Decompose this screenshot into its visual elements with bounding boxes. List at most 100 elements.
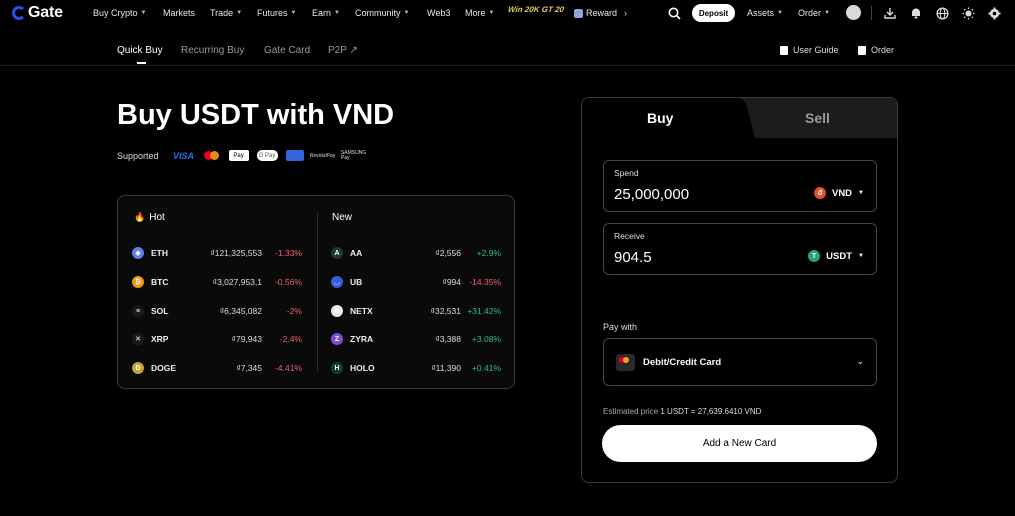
- holo-icon: H: [331, 362, 343, 374]
- receive-input[interactable]: [614, 249, 764, 266]
- eth-icon: ◆: [132, 247, 144, 259]
- coin-price: ₫2,556: [435, 248, 461, 258]
- coin-change: -2%: [286, 306, 302, 316]
- mastercard-logo: [203, 150, 221, 161]
- sol-icon: ≡: [132, 305, 144, 317]
- user-guide-label: User Guide: [793, 45, 839, 55]
- ub-icon: ◡: [331, 276, 343, 288]
- market-row[interactable]: ◆ ETH ₫121,325,553 -1.33%: [132, 246, 302, 260]
- market-row[interactable]: Z ZYRA ₫3,388 +3.08%: [331, 332, 501, 346]
- bell-icon[interactable]: [909, 6, 923, 20]
- tab-buy[interactable]: Buy: [647, 110, 673, 126]
- search-icon[interactable]: [667, 6, 681, 20]
- doge-icon: Ð: [132, 362, 144, 374]
- market-row[interactable]: ✕ XRP ₫79,943 -2.4%: [132, 332, 302, 346]
- coin-symbol: UB: [350, 277, 363, 287]
- caret-down-icon: ▼: [334, 10, 340, 16]
- reward-icon: [574, 8, 583, 18]
- tab-p2p[interactable]: P2P ↗: [328, 45, 358, 56]
- samsung-pay-logo: SAMSUNG Pay: [340, 149, 367, 161]
- nav-earn[interactable]: Earn ▼: [312, 8, 340, 18]
- promo-banner[interactable]: Win 20K GT 20: [507, 5, 564, 14]
- nav-community[interactable]: Community ▼: [355, 8, 409, 18]
- user-guide-link[interactable]: User Guide: [780, 45, 839, 55]
- reward-link[interactable]: Reward ›: [574, 8, 627, 18]
- market-row[interactable]: Ð DOGE ₫7,345 -4.41%: [132, 361, 302, 375]
- theme-icon[interactable]: [961, 6, 975, 20]
- visa-logo: VISA: [173, 150, 195, 161]
- tab-recurring-buy[interactable]: Recurring Buy: [181, 45, 244, 56]
- btc-icon: ₿: [132, 276, 144, 288]
- tab-sell[interactable]: Sell: [805, 110, 830, 126]
- spend-input[interactable]: [614, 186, 764, 203]
- coin-symbol: NETX: [350, 306, 373, 316]
- caret-down-icon: ▼: [140, 10, 147, 16]
- nav-label: More: [465, 8, 486, 18]
- spend-currency-select[interactable]: đ VND ▼: [813, 187, 864, 199]
- hot-title: Hot: [149, 212, 165, 223]
- revolut-pay-logo: RevolutPay: [309, 152, 336, 159]
- logo-icon: [12, 6, 26, 20]
- new-column-title: New: [332, 212, 352, 223]
- coin-symbol: XRP: [151, 334, 169, 344]
- receive-currency: USDT: [826, 250, 853, 262]
- usdt-icon: T: [808, 250, 821, 262]
- google-pay-logo: G Pay: [256, 150, 278, 161]
- caret-down-icon: ▼: [488, 10, 495, 16]
- nav-buy-crypto[interactable]: Buy Crypto ▼: [93, 8, 146, 18]
- book-icon: [780, 45, 788, 55]
- spend-field: Spend đ VND ▼: [603, 160, 877, 212]
- nav-label: Order: [798, 8, 822, 18]
- logo-text: Gate: [28, 4, 63, 21]
- nav-label: Markets: [163, 8, 196, 18]
- coin-price: ₫7,345: [236, 363, 262, 373]
- coin-price: ₫6,345,082: [219, 306, 262, 316]
- nav-markets[interactable]: Markets: [163, 8, 195, 18]
- hot-column-title: 🔥 Hot: [134, 212, 165, 223]
- vnd-icon: đ: [813, 187, 826, 199]
- market-row[interactable]: ◡ UB ₫994 -14.35%: [331, 275, 501, 289]
- coin-price: ₫994: [442, 277, 461, 287]
- coin-change: -2.4%: [279, 334, 302, 344]
- download-icon[interactable]: [883, 6, 897, 20]
- nav-more[interactable]: More ▼: [465, 8, 494, 18]
- deposit-button[interactable]: Deposit: [692, 4, 735, 22]
- pay-method-label: Debit/Credit Card: [643, 356, 722, 368]
- apple-pay-logo: Pay: [228, 150, 249, 161]
- nav-futures[interactable]: Futures ▼: [257, 8, 296, 18]
- card-pay-logo: [285, 150, 304, 161]
- market-row[interactable]: H HOLO ₫11,390 +0.41%: [331, 361, 501, 375]
- market-row[interactable]: N NETX ₫32,531 +31.42%: [331, 304, 501, 318]
- estimated-label: Estimated price: [603, 407, 659, 416]
- order-label: Order: [871, 45, 895, 55]
- caret-down-icon: ▼: [403, 10, 410, 16]
- nav-label: Futures: [257, 8, 288, 18]
- nav-web3[interactable]: Web3: [427, 8, 450, 18]
- globe-icon[interactable]: [935, 6, 949, 20]
- nav-assets[interactable]: Assets ▼: [747, 8, 783, 18]
- column-divider: [317, 212, 318, 372]
- gate-logo[interactable]: Gate: [12, 4, 63, 22]
- coin-change: -1.33%: [275, 248, 302, 258]
- coin-change: -14.35%: [469, 277, 501, 287]
- market-row[interactable]: ≡ SOL ₫6,345,082 -2%: [132, 304, 302, 318]
- coin-price: ₫3,388: [435, 334, 461, 344]
- tab-quick-buy[interactable]: Quick Buy: [117, 45, 163, 56]
- receive-currency-select[interactable]: T USDT ▼: [808, 250, 864, 262]
- market-row[interactable]: ₿ BTC ₫3,027,953,1 -0.56%: [132, 275, 302, 289]
- nav-order[interactable]: Order ▼: [798, 8, 830, 18]
- add-new-card-button[interactable]: Add a New Card: [602, 425, 877, 462]
- pay-method-select[interactable]: Debit/Credit Card ⌄: [603, 338, 877, 386]
- spend-currency: VND: [831, 187, 853, 199]
- tab-gate-card[interactable]: Gate Card: [264, 45, 310, 56]
- supported-payments: Supported VISA Pay G Pay RevolutPay SAMS…: [117, 150, 366, 161]
- settings-icon[interactable]: [987, 6, 1001, 20]
- active-tab-indicator: [137, 62, 146, 64]
- coin-price: ₫79,943: [231, 334, 262, 344]
- chevron-right-icon[interactable]: ›: [624, 8, 627, 18]
- nav-trade[interactable]: Trade ▼: [210, 8, 242, 18]
- nav-label: Earn: [312, 8, 332, 18]
- order-link[interactable]: Order: [858, 45, 894, 55]
- market-row[interactable]: A AA ₫2,556 +2.9%: [331, 246, 501, 260]
- avatar[interactable]: [846, 5, 861, 20]
